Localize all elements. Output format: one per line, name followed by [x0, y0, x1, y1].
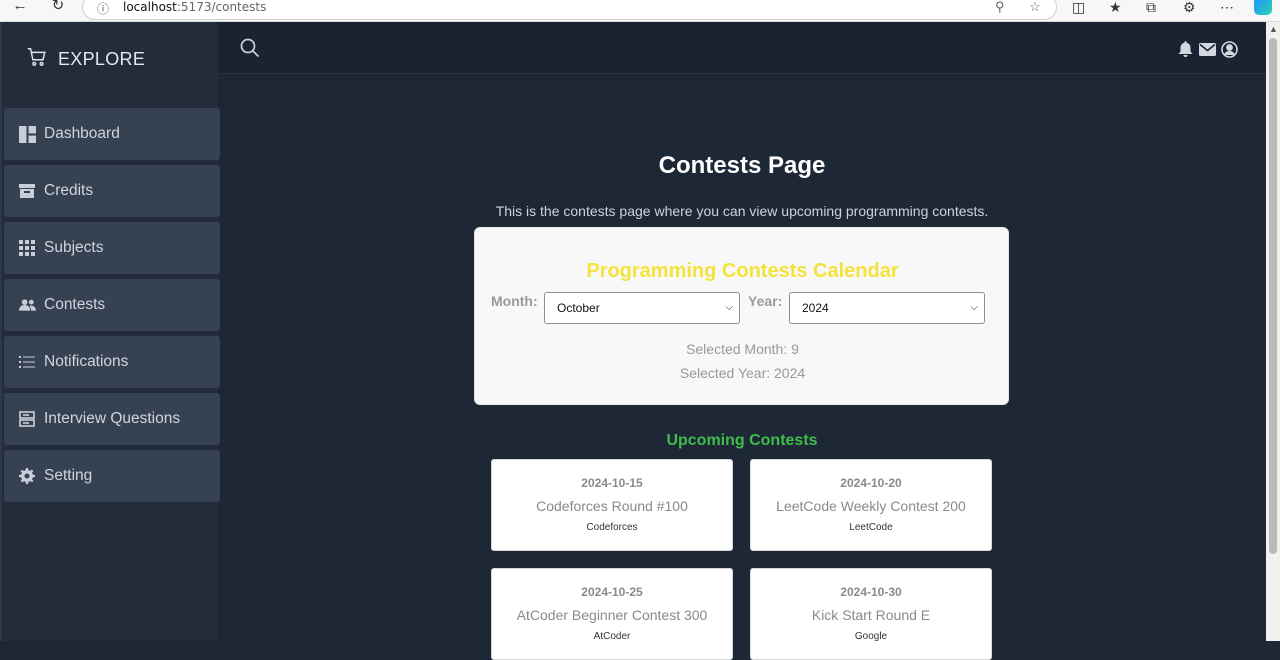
- info-icon[interactable]: ⓘ: [97, 0, 109, 17]
- contest-name: AtCoder Beginner Contest 300: [516, 607, 708, 623]
- month-select[interactable]: October ⌵: [544, 292, 740, 324]
- sidebar-item-setting[interactable]: Setting: [4, 450, 220, 502]
- main-content: Contests Page This is the contests page …: [218, 74, 1266, 660]
- top-bar: [218, 22, 1266, 74]
- month-select-value: October: [557, 301, 600, 315]
- contest-date: 2024-10-15: [581, 476, 643, 490]
- chevron-down-icon: ⌵: [725, 302, 733, 313]
- sidebar-item-label: Setting: [44, 467, 93, 484]
- sidebar-item-subjects[interactable]: Subjects: [4, 222, 220, 274]
- dashboard-icon: [18, 125, 36, 143]
- archive-icon: [18, 182, 36, 200]
- chevron-down-icon: ⌵: [970, 302, 978, 313]
- sidebar-item-notifications[interactable]: Notifications: [4, 336, 220, 388]
- page-title: Contests Page: [658, 152, 826, 179]
- browser-toolbar: ← ↻ ⓘ localhost:5173/contests ⚲ ☆ ◫ ★ ⧉ …: [0, 0, 1280, 22]
- key-icon[interactable]: ⚲: [995, 0, 1005, 15]
- contest-card[interactable]: 2024-10-15 Codeforces Round #100 Codefor…: [491, 459, 733, 551]
- bell-icon[interactable]: [1176, 40, 1194, 58]
- url-text: localhost:5173/contests: [123, 0, 267, 14]
- sidebar-item-label: Interview Questions: [44, 410, 181, 427]
- scroll-up-icon[interactable]: ▲: [1269, 24, 1278, 34]
- extensions-icon[interactable]: ⚙: [1183, 0, 1196, 16]
- sidebar: EXPLORE Dashboard Credits Subjects Conte…: [0, 22, 220, 641]
- more-icon[interactable]: ⋯: [1220, 0, 1234, 16]
- sidebar-item-contests[interactable]: Contests: [4, 279, 220, 331]
- sidebar-item-label: Notifications: [44, 353, 129, 370]
- sidebar-item-label: Subjects: [44, 239, 104, 256]
- brand-name: EXPLORE: [58, 49, 146, 69]
- sidebar-item-label: Dashboard: [44, 125, 120, 142]
- month-label: Month:: [491, 293, 538, 309]
- app-root: EXPLORE Dashboard Credits Subjects Conte…: [0, 22, 1266, 660]
- year-select-value: 2024: [802, 301, 829, 315]
- calendar-card: Programming Contests Calendar Month: Oct…: [474, 227, 1009, 405]
- selected-month-text: Selected Month: 9: [686, 341, 799, 357]
- year-label: Year:: [748, 293, 783, 309]
- contest-name: LeetCode Weekly Contest 200: [776, 498, 966, 514]
- copilot-icon[interactable]: [1254, 0, 1272, 15]
- collections-icon[interactable]: ⧉: [1146, 0, 1156, 16]
- sidebar-item-label: Contests: [44, 296, 106, 313]
- top-icons: [1176, 40, 1238, 58]
- page-description: This is the contests page where you can …: [495, 203, 989, 219]
- sidebar-item-dashboard[interactable]: Dashboard: [4, 108, 220, 160]
- contest-card[interactable]: 2024-10-30 Kick Start Round E Google: [750, 568, 992, 660]
- year-select[interactable]: 2024 ⌵: [789, 292, 985, 324]
- contest-card[interactable]: 2024-10-20 LeetCode Weekly Contest 200 L…: [750, 459, 992, 551]
- back-arrow-icon[interactable]: ←: [10, 0, 30, 14]
- user-circle-icon[interactable]: [1220, 40, 1238, 58]
- contest-platform: Google: [854, 631, 888, 642]
- reload-icon[interactable]: ↻: [48, 0, 68, 14]
- gear-icon: [18, 467, 36, 485]
- page-scrollbar[interactable]: ▲: [1266, 22, 1280, 641]
- calendar-title: Programming Contests Calendar: [586, 260, 899, 282]
- mail-icon[interactable]: [1198, 40, 1216, 58]
- contest-date: 2024-10-20: [840, 476, 902, 490]
- sidebar-item-label: Credits: [44, 182, 94, 199]
- cart-icon: [26, 46, 48, 73]
- contest-date: 2024-10-25: [581, 585, 643, 599]
- star-icon[interactable]: ☆: [1029, 0, 1041, 15]
- sidebar-item-credits[interactable]: Credits: [4, 165, 220, 217]
- contest-platform: LeetCode: [849, 522, 893, 533]
- contest-platform: Codeforces: [586, 522, 638, 533]
- sidebar-item-interview-questions[interactable]: Interview Questions: [4, 393, 220, 445]
- selected-year-text: Selected Year: 2024: [679, 365, 806, 381]
- favorites-icon[interactable]: ★: [1109, 0, 1122, 16]
- list-icon: [18, 353, 36, 371]
- address-bar[interactable]: ⓘ localhost:5173/contests ⚲ ☆: [82, 0, 1057, 20]
- split-screen-icon[interactable]: ◫: [1072, 0, 1085, 16]
- users-icon: [18, 296, 36, 314]
- server-icon: [18, 410, 36, 428]
- contest-name: Kick Start Round E: [811, 607, 931, 623]
- search-icon[interactable]: [240, 38, 262, 60]
- contest-platform: AtCoder: [593, 631, 631, 642]
- brand[interactable]: EXPLORE: [26, 46, 145, 73]
- contest-date: 2024-10-30: [840, 585, 902, 599]
- grid-icon: [18, 239, 36, 257]
- scrollbar-thumb[interactable]: [1269, 38, 1277, 554]
- upcoming-contests-title: Upcoming Contests: [666, 432, 818, 449]
- contest-card[interactable]: 2024-10-25 AtCoder Beginner Contest 300 …: [491, 568, 733, 660]
- contest-name: Codeforces Round #100: [536, 498, 688, 514]
